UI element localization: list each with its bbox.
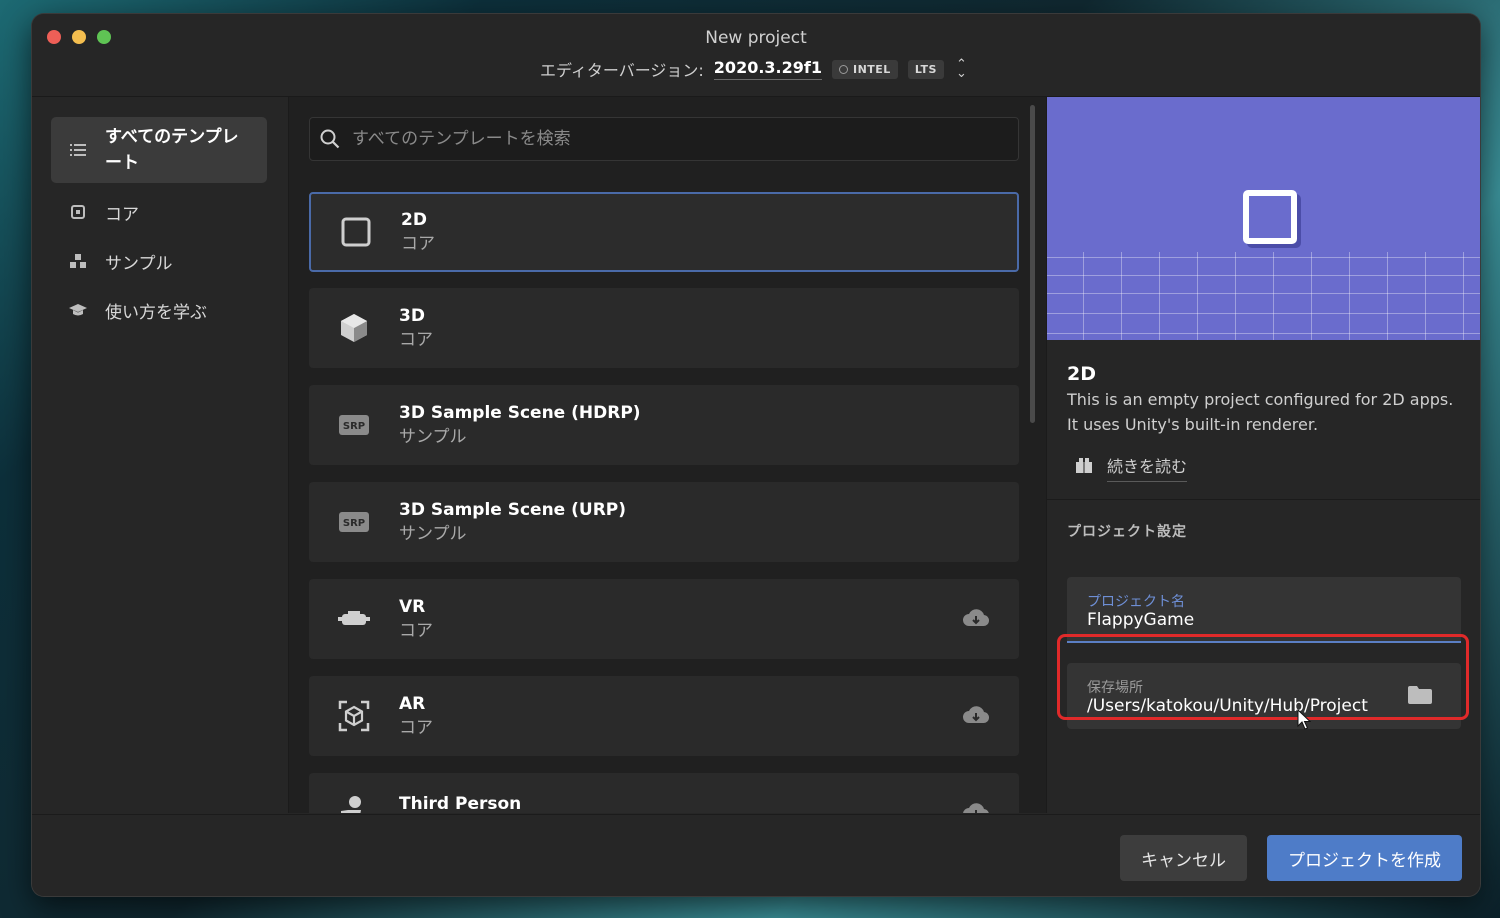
sidebar-item-label: サンプル	[105, 253, 173, 274]
cloud-download-icon[interactable]	[963, 803, 989, 813]
scrollbar[interactable]	[1030, 105, 1035, 423]
template-card-2d[interactable]: 2D コア	[309, 192, 1019, 272]
ar-cube-icon	[309, 700, 399, 732]
sidebar-item-sample[interactable]: サンプル	[51, 246, 267, 276]
title-bar: New project エディターバージョン: 2020.3.29f1 INTE…	[32, 14, 1480, 97]
project-settings-title: プロジェクト設定	[1067, 524, 1187, 540]
template-card-vr[interactable]: VR コア	[309, 579, 1019, 659]
template-name: 3D	[399, 306, 425, 326]
srp-icon: SRP	[309, 415, 399, 435]
mouse-cursor-icon	[1297, 708, 1312, 735]
template-category: コア	[399, 718, 433, 738]
cloud-download-icon[interactable]	[963, 706, 990, 728]
template-category: サンプル	[399, 524, 467, 544]
sidebar-item-core[interactable]: コア	[51, 197, 267, 227]
sidebar-item-all-templates[interactable]: すべてのテンプレート	[51, 117, 267, 183]
template-name: 3D Sample Scene (HDRP)	[399, 403, 641, 423]
sidebar-item-learn[interactable]: 使い方を学ぶ	[51, 295, 267, 325]
footer-bar: キャンセル プロジェクトを作成	[32, 814, 1480, 896]
cloud-download-icon[interactable]	[963, 609, 990, 631]
list-icon	[51, 143, 105, 157]
cancel-button[interactable]: キャンセル	[1120, 835, 1247, 881]
template-name: VR	[399, 597, 426, 617]
sidebar: すべてのテンプレート コア サンプル 使い方を学ぶ	[32, 97, 289, 813]
template-name: Third Person	[399, 794, 522, 813]
read-more-link[interactable]: 続きを読む	[1075, 453, 1188, 482]
chevron-up-down-icon[interactable]: ⌃ ⌄	[956, 58, 967, 80]
folder-icon[interactable]	[1407, 685, 1433, 709]
sidebar-item-label: 使い方を学ぶ	[105, 302, 207, 323]
project-name-label: プロジェクト名	[1087, 594, 1185, 610]
template-category: サンプル	[399, 427, 467, 447]
project-name-input[interactable]: FlappyGame	[1087, 610, 1194, 630]
template-card-ar[interactable]: AR コア	[309, 676, 1019, 756]
template-title: 2D	[1067, 363, 1096, 385]
template-name: 2D	[401, 210, 427, 230]
details-panel: 2D This is an empty project configured f…	[1046, 97, 1480, 813]
save-location-label: 保存場所	[1087, 680, 1143, 696]
template-name: AR	[399, 694, 426, 714]
vr-headset-icon	[309, 611, 399, 627]
new-project-window: New project エディターバージョン: 2020.3.29f1 INTE…	[32, 14, 1480, 896]
search-input[interactable]	[350, 128, 994, 150]
editor-version-row: エディターバージョン: 2020.3.29f1 INTEL LTS ⌃ ⌄	[540, 56, 967, 82]
svg-text:SRP: SRP	[343, 421, 365, 432]
svg-text:SRP: SRP	[343, 518, 365, 529]
cube-icon	[309, 313, 399, 343]
template-description: This is an empty project configured for …	[1067, 390, 1454, 434]
book-icon	[1075, 457, 1093, 478]
person-icon	[309, 795, 399, 813]
sidebar-item-label: すべてのテンプレート	[105, 127, 239, 173]
template-card-third-person[interactable]: Third Personコア	[309, 773, 1019, 813]
intel-badge: INTEL	[831, 59, 898, 79]
srp-icon: SRP	[309, 512, 399, 532]
template-name: 3D Sample Scene (URP)	[399, 500, 627, 520]
chip-icon	[838, 64, 848, 74]
editor-version-selector[interactable]: 2020.3.29f1	[713, 58, 822, 80]
pyramid-icon	[51, 254, 105, 268]
sidebar-item-label: コア	[105, 204, 139, 225]
search-box	[309, 117, 1019, 161]
editor-version-label: エディターバージョン:	[540, 61, 704, 80]
template-card-3d[interactable]: 3D コア	[309, 288, 1019, 368]
save-location-field[interactable]: 保存場所 /Users/katokou/Unity/Hub/Project	[1067, 663, 1461, 729]
search-icon	[310, 129, 350, 149]
divider	[1047, 499, 1480, 500]
template-category: コア	[399, 330, 433, 350]
square-icon	[311, 217, 401, 247]
template-list-panel: 2D コア 3D コア SRP 3D Sample Scene (HDRP) サンプル…	[289, 97, 1046, 813]
template-category: コア	[399, 621, 433, 641]
template-card-3d-hdrp[interactable]: SRP 3D Sample Scene (HDRP) サンプル	[309, 385, 1019, 465]
project-name-field[interactable]: プロジェクト名 FlappyGame	[1067, 577, 1461, 643]
create-project-button[interactable]: プロジェクトを作成	[1267, 835, 1462, 881]
template-preview-image	[1047, 97, 1480, 340]
save-location-input[interactable]: /Users/katokou/Unity/Hub/Project	[1087, 696, 1368, 716]
window-title: New project	[705, 28, 807, 48]
read-more-label: 続きを読む	[1107, 453, 1188, 482]
square-dot-icon	[51, 205, 105, 219]
square-icon	[1243, 190, 1297, 244]
template-category: コア	[401, 234, 435, 254]
graduation-cap-icon	[51, 303, 105, 317]
lts-badge: LTS	[907, 59, 944, 79]
template-card-3d-urp[interactable]: SRP 3D Sample Scene (URP) サンプル	[309, 482, 1019, 562]
